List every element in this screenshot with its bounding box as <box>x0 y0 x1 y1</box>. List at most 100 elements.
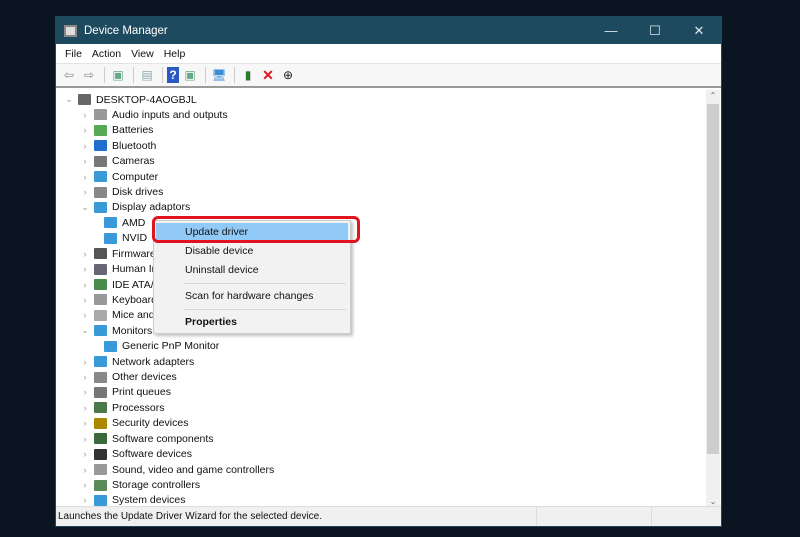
tree-item[interactable]: › Computer <box>80 169 159 184</box>
device-category-icon <box>94 124 107 136</box>
chevron-right-icon[interactable]: › <box>80 387 90 397</box>
minimize-button[interactable]: — <box>589 23 633 38</box>
menu-help[interactable]: Help <box>159 48 191 60</box>
tree-item[interactable]: › Firmware <box>80 246 156 261</box>
chevron-right-icon[interactable]: › <box>80 357 90 367</box>
device-category-icon <box>94 140 107 152</box>
tree-item-label: Generic PnP Monitor <box>122 340 220 353</box>
device-category-icon <box>94 402 107 414</box>
back-arrow-icon[interactable]: ⇦ <box>60 67 78 83</box>
properties-icon[interactable]: ▤ <box>138 67 156 83</box>
context-menu-scan-for-hardware-changes[interactable]: Scan for hardware changes <box>156 287 348 306</box>
close-button[interactable]: ✕ <box>677 23 721 39</box>
chevron-right-icon[interactable]: › <box>80 249 90 259</box>
tree-item[interactable]: › Software components <box>80 431 214 446</box>
tree-item[interactable]: › Software devices <box>80 447 192 462</box>
context-menu-disable-device[interactable]: Disable device <box>156 242 348 261</box>
tree-item-label: Disk drives <box>112 186 164 199</box>
toolbar-separator <box>162 67 163 83</box>
tree-item[interactable]: AMD <box>96 215 145 230</box>
chevron-right-icon[interactable]: › <box>80 156 90 166</box>
tree-item[interactable]: NVID <box>96 231 147 246</box>
toolbar-separator <box>205 67 206 83</box>
chevron-right-icon[interactable]: › <box>80 264 90 274</box>
chevron-right-icon[interactable]: › <box>80 187 90 197</box>
chevron-right-icon[interactable]: › <box>80 418 90 428</box>
device-category-icon <box>94 171 107 183</box>
chevron-down-icon[interactable]: ⌄ <box>80 202 90 213</box>
status-panel <box>651 507 721 526</box>
download-driver-icon[interactable]: ⊕ <box>279 67 297 83</box>
uninstall-device-icon[interactable]: ✕ <box>259 67 277 83</box>
chevron-right-icon[interactable]: › <box>80 495 90 505</box>
device-category-icon <box>94 279 107 291</box>
tree-item[interactable]: › Network adapters <box>80 354 195 369</box>
chevron-right-icon[interactable]: › <box>80 310 90 320</box>
scrollbar-thumb[interactable] <box>707 104 719 454</box>
chevron-down-icon[interactable]: ⌄ <box>80 325 90 336</box>
menu-separator <box>184 283 346 284</box>
tree-item[interactable]: › Audio inputs and outputs <box>80 107 228 122</box>
tree-item[interactable]: › Batteries <box>80 123 154 138</box>
tree-item-label: Software devices <box>112 448 192 461</box>
chevron-right-icon[interactable]: › <box>80 141 90 151</box>
device-category-icon <box>94 155 107 167</box>
chevron-right-icon[interactable]: › <box>80 295 90 305</box>
tree-item[interactable]: Generic PnP Monitor <box>96 339 219 354</box>
toolbar-separator <box>133 67 134 83</box>
scroll-up-icon[interactable]: ⌃ <box>706 91 720 100</box>
tree-item-label: Mice and <box>112 309 155 322</box>
scroll-down-icon[interactable]: ⌄ <box>706 497 720 506</box>
scan-hardware-icon[interactable]: 🖥 <box>210 67 228 83</box>
tree-item[interactable]: › Keyboards <box>80 292 163 307</box>
device-category-icon <box>94 417 107 429</box>
chevron-right-icon[interactable]: › <box>80 449 90 459</box>
menu-action[interactable]: Action <box>87 48 126 60</box>
tree-item[interactable]: › System devices <box>80 493 186 507</box>
vertical-scrollbar[interactable]: ⌃ ⌄ <box>706 90 720 507</box>
chevron-right-icon[interactable]: › <box>80 372 90 382</box>
device-category-icon <box>94 479 107 491</box>
tree-item[interactable]: › Bluetooth <box>80 138 157 153</box>
status-bar: Launches the Update Driver Wizard for th… <box>56 506 721 526</box>
tree-item[interactable]: › Cameras <box>80 154 155 169</box>
tree-item[interactable]: › Print queues <box>80 385 171 400</box>
maximize-button[interactable]: ☐ <box>633 23 677 39</box>
device-category-icon <box>94 263 107 275</box>
tree-item[interactable]: ⌄ Display adaptors <box>80 200 190 215</box>
chevron-right-icon[interactable]: › <box>80 465 90 475</box>
chevron-down-icon[interactable]: ⌄ <box>64 94 74 105</box>
title-bar: Device Manager — ☐ ✕ <box>56 17 721 44</box>
context-menu-properties[interactable]: Properties <box>156 313 348 332</box>
tree-item[interactable]: › Storage controllers <box>80 478 201 493</box>
help-icon[interactable]: ? <box>167 67 179 83</box>
tree-item[interactable]: › Mice and <box>80 308 155 323</box>
tree-root[interactable]: ⌄ DESKTOP-4AOGBJL <box>64 92 197 107</box>
chevron-right-icon[interactable]: › <box>80 434 90 444</box>
menu-file[interactable]: File <box>60 48 87 60</box>
tree-item[interactable]: › Security devices <box>80 416 189 431</box>
chevron-right-icon[interactable]: › <box>80 280 90 290</box>
menu-view[interactable]: View <box>126 48 159 60</box>
show-hide-console-tree-icon[interactable]: ▣ <box>109 67 127 83</box>
status-panel <box>536 507 651 526</box>
chevron-right-icon[interactable]: › <box>80 110 90 120</box>
device-category-icon <box>94 309 107 321</box>
tree-item[interactable]: › Processors <box>80 400 165 415</box>
tree-item-label: System devices <box>112 494 186 507</box>
chevron-right-icon[interactable]: › <box>80 172 90 182</box>
chevron-right-icon[interactable]: › <box>80 125 90 135</box>
highlight-annotation <box>152 216 360 243</box>
tree-item[interactable]: › Disk drives <box>80 185 164 200</box>
context-menu-uninstall-device[interactable]: Uninstall device <box>156 261 348 280</box>
tree-item[interactable]: › Sound, video and game controllers <box>80 462 275 477</box>
update-driver-icon[interactable]: ▮ <box>239 67 257 83</box>
tree-item[interactable]: ⌄ Monitors <box>80 323 152 338</box>
chevron-right-icon[interactable]: › <box>80 480 90 490</box>
chevron-right-icon[interactable]: › <box>80 403 90 413</box>
tree-item-label: Processors <box>112 401 165 414</box>
tree-item[interactable]: › Other devices <box>80 370 177 385</box>
tree-item[interactable]: › Human In <box>80 262 158 277</box>
action-pane-icon[interactable]: ▣ <box>181 67 199 83</box>
forward-arrow-icon[interactable]: ⇨ <box>80 67 98 83</box>
